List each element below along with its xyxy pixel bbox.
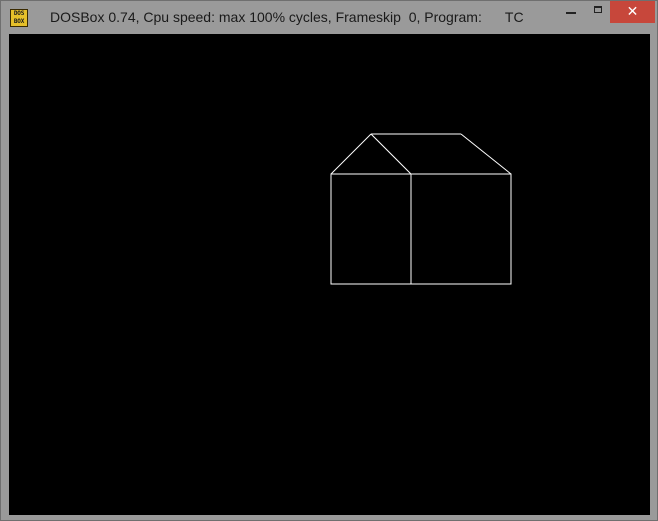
house-side-wall (410, 173, 512, 285)
dosbox-window: DOS BOX DOSBox 0.74, Cpu speed: max 100%… (0, 0, 658, 521)
roof-gable-edge (370, 133, 412, 175)
maximize-icon (594, 6, 602, 13)
house-drawing (330, 133, 512, 285)
close-icon: ✕ (626, 4, 639, 20)
dosbox-icon[interactable]: DOS BOX (10, 9, 28, 27)
close-button[interactable]: ✕ (610, 1, 655, 23)
roof-left-edge (330, 133, 372, 175)
window-title: DOSBox 0.74, Cpu speed: max 100% cycles,… (50, 9, 524, 25)
icon-label-bottom: BOX (13, 18, 25, 25)
icon-label-top: DOS (13, 10, 25, 17)
roof-back-edge (460, 133, 512, 175)
dos-screen[interactable] (9, 34, 650, 515)
minimize-button[interactable] (557, 1, 585, 21)
title-bar[interactable]: DOS BOX DOSBox 0.74, Cpu speed: max 100%… (1, 1, 657, 33)
minimize-icon (566, 12, 576, 14)
maximize-button[interactable] (585, 1, 613, 21)
house-front-wall (330, 173, 412, 285)
